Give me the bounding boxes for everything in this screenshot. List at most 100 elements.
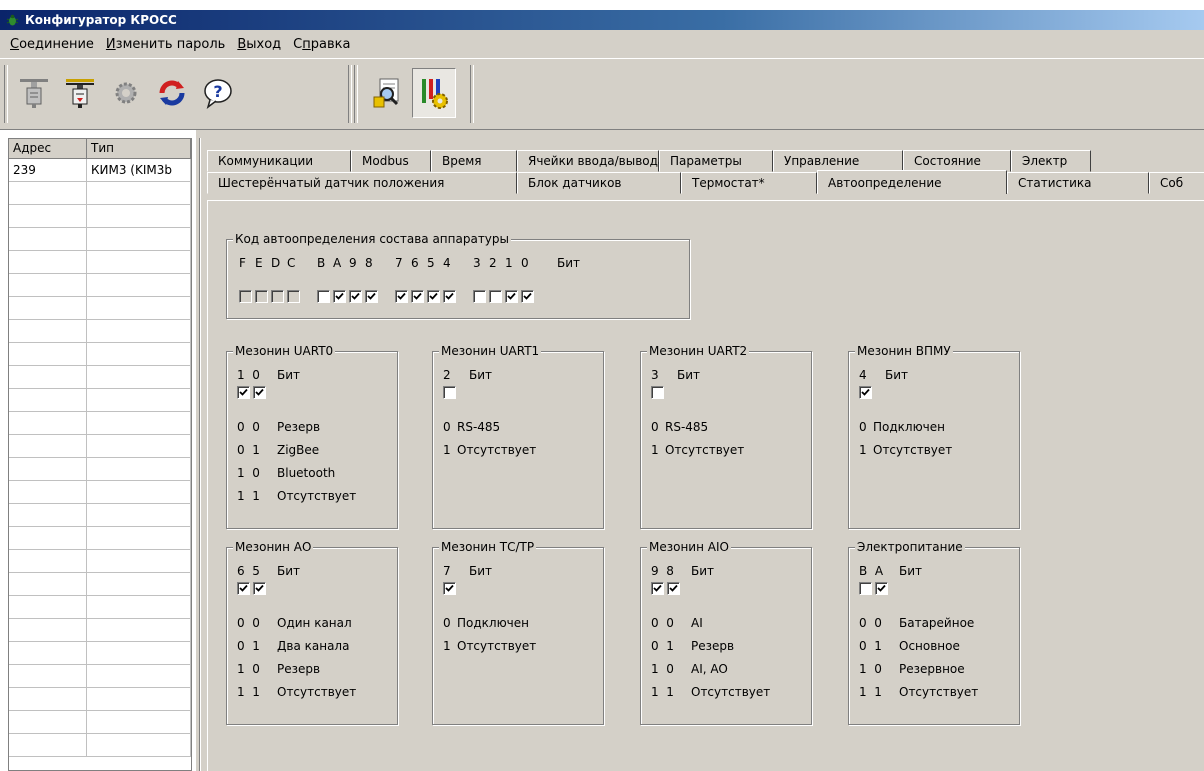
tab-row2-5[interactable]: Соб — [1149, 172, 1204, 194]
cell-address — [9, 389, 87, 411]
cell-type — [87, 297, 191, 319]
table-row[interactable] — [9, 274, 191, 297]
bit-checkbox[interactable] — [427, 290, 440, 303]
bit-label: E — [255, 256, 263, 270]
table-row[interactable] — [9, 550, 191, 573]
tab-row1-5[interactable]: Управление — [773, 150, 903, 172]
mezzanine-checkbox[interactable] — [237, 582, 250, 595]
table-row[interactable] — [9, 481, 191, 504]
connect-icon[interactable] — [12, 68, 56, 118]
table-row[interactable] — [9, 435, 191, 458]
bit-checkbox[interactable] — [411, 290, 424, 303]
mezzanine-bit-word: Бит — [885, 368, 909, 382]
table-row[interactable] — [9, 320, 191, 343]
menu-item-0[interactable]: Соединение — [4, 37, 100, 52]
tab-row2-1[interactable]: Блок датчиков — [517, 172, 681, 194]
table-row[interactable]: 239 КИМ3 (KIM3b — [9, 159, 191, 182]
table-row[interactable] — [9, 688, 191, 711]
table-row[interactable] — [9, 297, 191, 320]
tab-row1-6[interactable]: Состояние — [903, 150, 1011, 172]
mezzanine-checkbox[interactable] — [667, 582, 680, 595]
bit-checkbox[interactable] — [443, 290, 456, 303]
mezzanine-checkbox[interactable] — [443, 582, 456, 595]
mezzanine-checkbox[interactable] — [651, 386, 664, 399]
autodetect-bit-checks — [239, 290, 551, 303]
cell-address — [9, 619, 87, 641]
bit-label: 4 — [443, 256, 451, 270]
tab-row1-1[interactable]: Modbus — [351, 150, 431, 172]
tab-row1-2[interactable]: Время — [431, 150, 517, 172]
tab-row2-4[interactable]: Статистика — [1007, 172, 1149, 194]
cell-type — [87, 251, 191, 273]
tab-row2-3[interactable]: Автоопределение — [817, 170, 1007, 194]
table-row[interactable] — [9, 366, 191, 389]
bit-checkbox[interactable] — [521, 290, 534, 303]
mezzanine-checkbox[interactable] — [859, 582, 872, 595]
help-icon[interactable]: ? — [196, 68, 240, 118]
tab-row1-4[interactable]: Параметры — [659, 150, 773, 172]
mezzanine-checkbox[interactable] — [651, 582, 664, 595]
bit-checkbox[interactable] — [333, 290, 346, 303]
mezzanine-checkbox[interactable] — [237, 386, 250, 399]
table-row[interactable] — [9, 228, 191, 251]
mezzanine-checkbox[interactable] — [859, 386, 872, 399]
tools-icon[interactable] — [412, 68, 456, 118]
mezzanine-group: Мезонин ТС/ТР 7 Бит 0 Подключен 1 Отсутствует — [432, 540, 604, 725]
disconnect-icon[interactable] — [58, 68, 102, 118]
bit-checkbox[interactable] — [473, 290, 486, 303]
table-row[interactable] — [9, 734, 191, 757]
bit-checkbox[interactable] — [365, 290, 378, 303]
column-header-type[interactable]: Тип — [87, 139, 191, 158]
menu-item-2[interactable]: Выход — [231, 37, 287, 52]
bit-checkbox[interactable] — [395, 290, 408, 303]
option-label: Один канал — [277, 616, 352, 630]
window-titlebar[interactable]: Конфигуратор КРОСС — [0, 10, 1204, 30]
table-row[interactable] — [9, 573, 191, 596]
table-row[interactable] — [9, 389, 191, 412]
menu-item-3[interactable]: Справка — [287, 37, 356, 52]
table-row[interactable] — [9, 619, 191, 642]
autodetect-icon[interactable] — [366, 68, 410, 118]
menu-item-1[interactable]: Изменить пароль — [100, 37, 231, 52]
toolbar-grip-2 — [354, 65, 358, 123]
panel-edge — [199, 138, 201, 771]
table-row[interactable] — [9, 527, 191, 550]
mezzanine-checkbox[interactable] — [253, 386, 266, 399]
cell-type — [87, 665, 191, 687]
bit-checkbox[interactable] — [505, 290, 518, 303]
bit-checkbox[interactable] — [349, 290, 362, 303]
table-row[interactable] — [9, 458, 191, 481]
table-row[interactable] — [9, 711, 191, 734]
settings-gear-icon[interactable] — [104, 68, 148, 118]
refresh-icon[interactable] — [150, 68, 194, 118]
table-row[interactable] — [9, 596, 191, 619]
device-list[interactable]: Адрес Тип 239 КИМ3 (KIM3b — [8, 138, 192, 771]
tab-row2-0[interactable]: Шестерёнчатый датчик положения — [207, 172, 517, 194]
tab-row1-3[interactable]: Ячейки ввода/вывода — [517, 150, 665, 172]
column-header-address[interactable]: Адрес — [9, 139, 87, 158]
table-row[interactable] — [9, 642, 191, 665]
tab-row1-0[interactable]: Коммуникации — [207, 150, 351, 172]
table-row[interactable] — [9, 412, 191, 435]
option-label: AI, AO — [691, 662, 728, 676]
option-label: Отсутствует — [277, 685, 357, 699]
table-row[interactable] — [9, 504, 191, 527]
bit-checkbox[interactable] — [489, 290, 502, 303]
toolbar-end-separator — [470, 65, 474, 123]
mezzanine-checkbox[interactable] — [875, 582, 888, 595]
tab-row2-2[interactable]: Термостат* — [681, 172, 817, 194]
mezzanine-checkbox[interactable] — [443, 386, 456, 399]
cell-address — [9, 527, 87, 549]
table-row[interactable] — [9, 205, 191, 228]
bit-checkbox[interactable] — [317, 290, 330, 303]
cell-type — [87, 734, 191, 756]
bit-label: 0 — [521, 256, 529, 270]
table-row[interactable] — [9, 182, 191, 205]
table-row[interactable] — [9, 251, 191, 274]
table-row[interactable] — [9, 665, 191, 688]
option-code: 0 — [651, 420, 659, 434]
tab-row1-7[interactable]: Электр — [1011, 150, 1091, 172]
table-row[interactable] — [9, 343, 191, 366]
mezzanine-checkbox[interactable] — [253, 582, 266, 595]
